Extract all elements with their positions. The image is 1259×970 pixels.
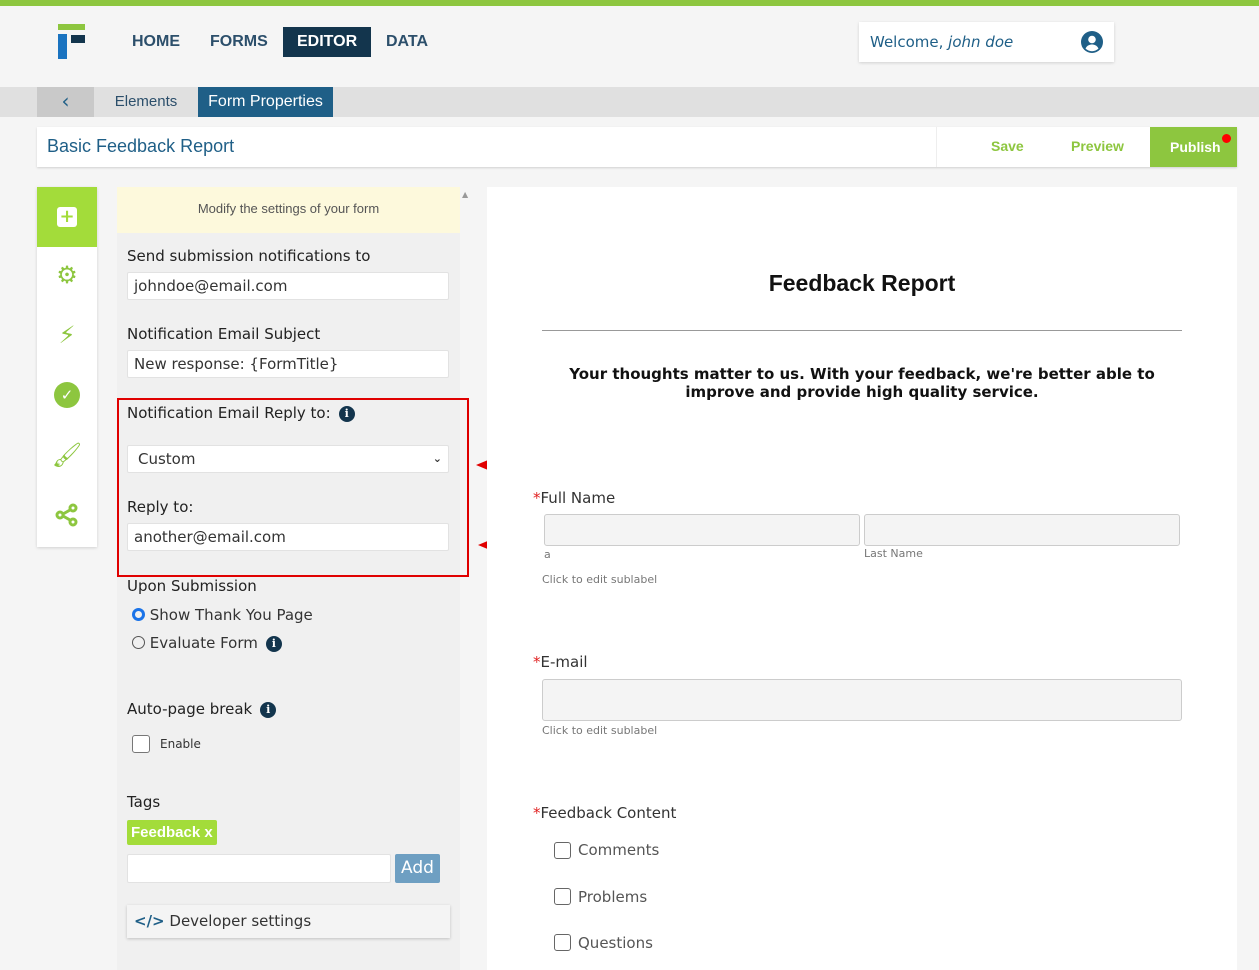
- nav-forms[interactable]: FORMS: [196, 27, 282, 57]
- user-avatar-icon: [1081, 31, 1103, 53]
- settings-notice: Modify the settings of your form: [117, 187, 460, 233]
- autobreak-label: Auto-page break: [127, 700, 253, 718]
- feedback-label[interactable]: *Feedback Content: [533, 804, 676, 822]
- first-sublabel[interactable]: a: [544, 548, 551, 561]
- chevron-left-icon: ‹: [61, 89, 70, 113]
- email-sublabel[interactable]: Click to edit sublabel: [542, 724, 657, 737]
- info-icon[interactable]: i: [260, 701, 277, 718]
- nav-home[interactable]: HOME: [118, 27, 194, 57]
- full-name-label[interactable]: *Full Name: [533, 489, 615, 507]
- option-questions: Questions: [578, 934, 653, 952]
- checkbox-comments[interactable]: [554, 842, 571, 859]
- gears-icon: ⚙: [56, 261, 78, 289]
- tag-chip: Feedback x: [127, 820, 217, 845]
- radio-thank-you[interactable]: Show Thank You Page: [132, 606, 313, 624]
- enable-label: Enable: [160, 737, 201, 751]
- settings-button[interactable]: ⚙: [37, 245, 97, 305]
- radio-checked: [132, 608, 145, 621]
- bolt-icon: ⚡: [58, 321, 76, 349]
- checkbox-questions[interactable]: [554, 934, 571, 951]
- design-button[interactable]: 🖌: [37, 425, 97, 485]
- check-circle-icon: ✓: [54, 382, 80, 408]
- tag-input[interactable]: [127, 854, 391, 883]
- form-title-bar: Basic Feedback Report Save Preview Publi…: [37, 127, 1237, 167]
- publish-button[interactable]: Publish: [1150, 127, 1237, 167]
- tab-form-properties[interactable]: Form Properties: [198, 87, 333, 117]
- user-menu[interactable]: Welcome, john doe: [859, 22, 1114, 62]
- autobreak-row: Auto-page break i: [127, 700, 277, 718]
- user-name: john doe: [948, 33, 1014, 51]
- share-icon: [55, 503, 78, 527]
- add-element-button[interactable]: +: [37, 187, 97, 247]
- code-icon: </>: [134, 912, 165, 930]
- form-properties-panel: Modify the settings of your form Send su…: [117, 187, 460, 970]
- title-divider: [542, 330, 1182, 331]
- radio-label: Evaluate Form: [149, 634, 258, 652]
- tab-elements[interactable]: Elements: [94, 87, 198, 117]
- sub-nav: ‹ Elements Form Properties: [0, 87, 1259, 117]
- back-button[interactable]: ‹: [37, 87, 94, 117]
- integrations-button[interactable]: ⚡: [37, 305, 97, 365]
- top-accent-bar: [0, 0, 1259, 6]
- last-name-input[interactable]: [864, 514, 1180, 546]
- radio-label: Show Thank You Page: [149, 606, 313, 624]
- form-canvas: Feedback Report Your thoughts matter to …: [487, 187, 1237, 970]
- form-title[interactable]: Feedback Report: [487, 270, 1237, 297]
- submission-label: Upon Submission: [127, 577, 257, 595]
- welcome-text: Welcome,: [870, 33, 944, 51]
- enable-checkbox[interactable]: [132, 735, 150, 753]
- tool-rail: + ⚙ ⚡ ✓ 🖌: [37, 187, 97, 547]
- tag-label: Feedback: [131, 824, 201, 841]
- notify-email-input[interactable]: johndoe@email.com: [127, 272, 449, 300]
- logo[interactable]: [58, 24, 85, 59]
- subject-label: Notification Email Subject: [127, 325, 321, 343]
- publish-label: Publish: [1170, 139, 1221, 155]
- form-description[interactable]: Your thoughts matter to us. With your fe…: [567, 365, 1157, 401]
- preview-button[interactable]: Preview: [1071, 138, 1124, 154]
- developer-settings[interactable]: </> Developer settings: [127, 905, 450, 938]
- nav-data[interactable]: DATA: [372, 27, 442, 57]
- required-mark: *: [533, 489, 541, 507]
- radio-unchecked: [132, 636, 145, 649]
- label-text: E-mail: [540, 653, 588, 671]
- brush-icon: 🖌: [51, 441, 83, 469]
- tag-remove-button[interactable]: x: [204, 824, 212, 841]
- panel-scrollbar[interactable]: ▲: [462, 190, 472, 200]
- last-sublabel[interactable]: Last Name: [864, 547, 923, 560]
- add-tag-button[interactable]: Add: [395, 854, 440, 883]
- email-label[interactable]: *E-mail: [533, 653, 588, 671]
- label-text: Full Name: [540, 489, 616, 507]
- option-problems: Problems: [578, 888, 648, 906]
- label-text: Feedback Content: [540, 804, 677, 822]
- form-name[interactable]: Basic Feedback Report: [47, 136, 234, 157]
- share-button[interactable]: [37, 485, 97, 545]
- option-comments: Comments: [578, 841, 660, 859]
- notify-label: Send submission notifications to: [127, 247, 371, 265]
- email-input[interactable]: [542, 679, 1182, 721]
- highlight-box: [117, 398, 469, 577]
- edit-sublabel[interactable]: Click to edit sublabel: [542, 573, 657, 586]
- unpublished-dot: [1222, 134, 1231, 143]
- checkbox-problems[interactable]: [554, 888, 571, 905]
- save-button[interactable]: Save: [991, 138, 1024, 154]
- radio-evaluate[interactable]: Evaluate Form i: [132, 634, 282, 652]
- tags-label: Tags: [127, 793, 161, 811]
- required-mark: *: [533, 653, 541, 671]
- nav-editor[interactable]: EDITOR: [283, 27, 371, 57]
- developer-settings-label: Developer settings: [169, 912, 312, 930]
- conditions-button[interactable]: ✓: [37, 365, 97, 425]
- subject-input[interactable]: New response: {FormTitle}: [127, 350, 449, 378]
- required-mark: *: [533, 804, 541, 822]
- first-name-input[interactable]: [544, 514, 860, 546]
- info-icon[interactable]: i: [265, 635, 282, 652]
- add-icon: +: [57, 207, 77, 227]
